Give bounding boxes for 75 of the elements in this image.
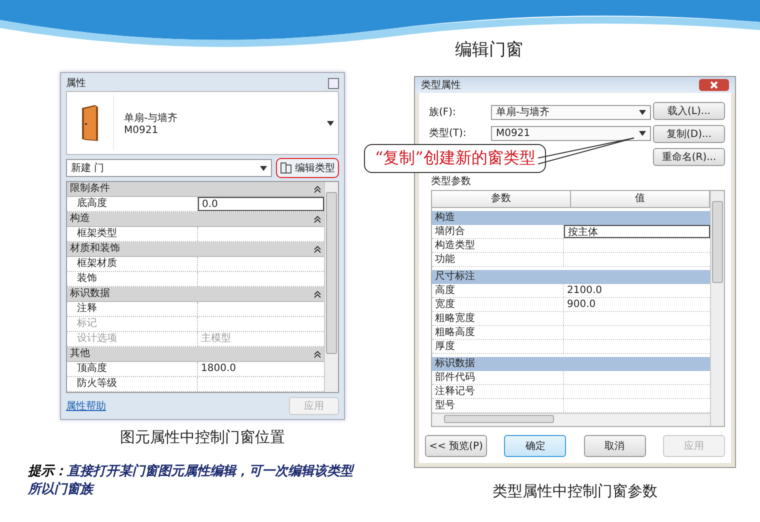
tip-text: 提示：直接打开某门窗图元属性编辑，可一次编辑该类型所以门窗族 <box>28 463 356 498</box>
collapse-icon[interactable] <box>314 186 321 192</box>
caption: 类型属性中控制门窗参数 <box>492 482 658 501</box>
scrollbar[interactable] <box>324 182 338 392</box>
group-header[interactable]: 标识数据 <box>432 357 710 371</box>
help-link[interactable]: 属性帮助 <box>66 399 106 413</box>
parameter-name: 防火等级 <box>67 377 198 391</box>
parameter-name: 设计选项 <box>67 332 198 346</box>
slide-title: 编辑门窗 <box>455 39 523 61</box>
section-label: 类型参数 <box>431 174 472 188</box>
parameter-value[interactable]: 2100.0 <box>564 284 710 297</box>
group-header[interactable]: 材质和装饰 <box>67 242 324 257</box>
collapse-icon[interactable] <box>314 290 321 298</box>
close-button[interactable] <box>699 79 729 91</box>
parameter-name: 顶高度 <box>67 362 198 376</box>
column-header[interactable]: 参数 <box>432 191 571 207</box>
dialog-title: 类型属性 <box>421 78 461 92</box>
group-header[interactable]: 构造 <box>67 212 324 227</box>
family-label: 族(F): <box>428 106 457 119</box>
parameter-name: 框架类型 <box>67 227 198 241</box>
panel-title: 属性 <box>66 76 86 90</box>
horizontal-scrollbar[interactable] <box>432 413 710 426</box>
group-header[interactable]: 标识数据 <box>67 287 324 302</box>
callout-bubble: “复制”创建新的窗类型 <box>364 144 546 173</box>
collapse-icon[interactable] <box>314 246 321 252</box>
parameter-name: 底高度 <box>67 197 198 211</box>
parameter-name: 墙闭合 <box>432 225 564 238</box>
caption: 图元属性中控制门窗位置 <box>119 428 286 447</box>
type-label: 类型(T): <box>428 126 468 140</box>
parameter-name: 装饰 <box>67 272 198 286</box>
type-selector[interactable]: 单扇-与墙齐 M0921 <box>66 91 339 155</box>
close-icon[interactable] <box>328 78 339 88</box>
parameter-name: 粗略高度 <box>432 326 564 339</box>
close-icon <box>709 81 719 89</box>
parameter-name: 粗略宽度 <box>432 312 564 325</box>
type-dropdown[interactable]: M0921 <box>491 126 651 140</box>
parameter-name: 标记 <box>67 317 198 331</box>
dialog-button[interactable]: 取消 <box>584 435 646 457</box>
type-name: M0921 <box>124 124 160 136</box>
parameter-value[interactable]: 0.0 <box>198 197 324 211</box>
group-header[interactable]: 限制条件 <box>67 182 324 197</box>
dialog-button[interactable]: 载入(L)... <box>653 102 725 120</box>
edit-type-button[interactable]: 编辑类型 <box>276 158 339 178</box>
collapse-icon[interactable] <box>314 216 321 222</box>
parameter-value[interactable]: 900.0 <box>564 298 710 311</box>
dialog-button[interactable]: 复制(D)... <box>653 125 725 143</box>
instance-dropdown[interactable]: 新建 门 <box>66 159 272 177</box>
dialog-button[interactable]: 确定 <box>504 435 566 457</box>
caret-icon <box>260 166 267 170</box>
scrollbar[interactable] <box>710 191 724 426</box>
parameter-name: 型号 <box>432 399 564 412</box>
caret-icon[interactable] <box>327 120 334 126</box>
parameter-value[interactable]: 按主体 <box>564 225 710 238</box>
parameter-name: 注释 <box>67 302 198 316</box>
parameter-name: 部件代码 <box>432 371 564 384</box>
dialog-button[interactable]: 重命名(R)... <box>653 148 725 166</box>
family-name: 单扇-与墙齐 <box>124 112 179 124</box>
door-icon <box>79 104 101 142</box>
dialog-button[interactable]: << 预览(P) <box>425 435 487 457</box>
caret-icon <box>639 110 646 114</box>
collapse-icon[interactable] <box>314 350 321 358</box>
group-header[interactable]: 尺寸标注 <box>432 270 710 284</box>
family-dropdown[interactable]: 单扇-与墙齐 <box>491 104 651 120</box>
parameter-value[interactable]: 1800.0 <box>198 362 324 376</box>
type-icon <box>280 162 292 174</box>
caret-icon <box>639 130 646 136</box>
parameter-name: 框架材质 <box>67 257 198 271</box>
parameter-name: 厚度 <box>432 340 564 353</box>
parameter-name: 注释记号 <box>432 385 564 398</box>
group-header[interactable]: 构造 <box>432 211 710 225</box>
parameter-name: 高度 <box>432 284 564 297</box>
parameter-name: 构造类型 <box>432 239 564 252</box>
parameter-name: 宽度 <box>432 298 564 311</box>
group-header[interactable]: 其他 <box>67 347 324 362</box>
parameter-name: 功能 <box>432 253 564 266</box>
